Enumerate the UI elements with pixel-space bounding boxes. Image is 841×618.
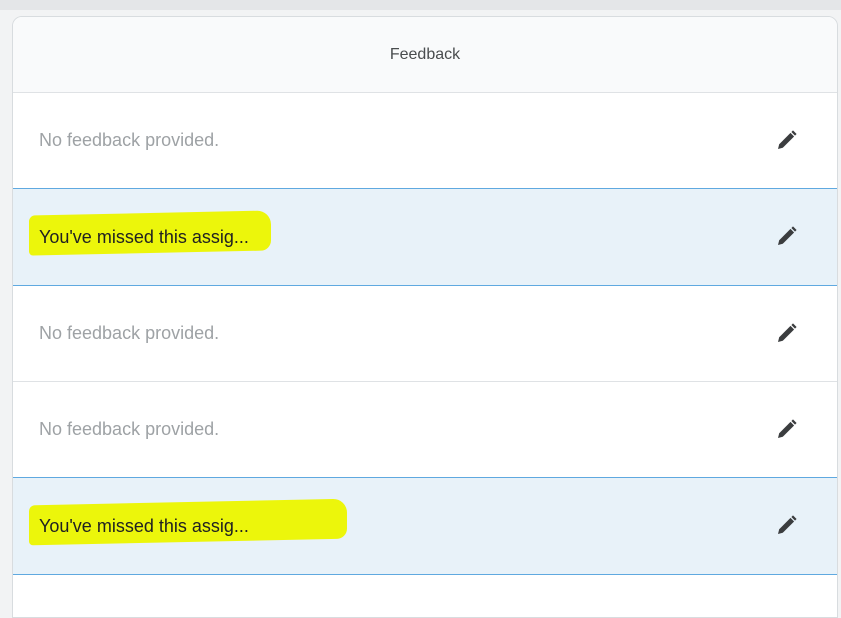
feedback-row[interactable]: No feedback provided. bbox=[13, 93, 837, 189]
pencil-icon bbox=[778, 129, 797, 149]
feedback-column-header: Feedback bbox=[13, 17, 837, 93]
feedback-text: No feedback provided. bbox=[39, 130, 220, 150]
feedback-text: You've missed this assig... bbox=[39, 226, 249, 247]
pencil-icon bbox=[778, 226, 797, 245]
edit-feedback-button[interactable] bbox=[771, 511, 801, 541]
top-strip bbox=[0, 0, 841, 10]
edit-feedback-button[interactable] bbox=[771, 126, 801, 156]
pencil-icon bbox=[778, 322, 797, 342]
edit-feedback-button[interactable] bbox=[771, 415, 801, 445]
pencil-icon bbox=[778, 418, 797, 438]
pencil-icon bbox=[778, 515, 797, 534]
feedback-row-selected[interactable]: You've missed this assig... bbox=[13, 188, 837, 286]
edit-feedback-button[interactable] bbox=[771, 222, 801, 252]
feedback-row[interactable]: No feedback provided. bbox=[13, 382, 837, 478]
feedback-panel: Feedback No feedback provided. You've mi… bbox=[12, 16, 838, 618]
feedback-text: You've missed this assig... bbox=[39, 515, 249, 536]
edit-feedback-button[interactable] bbox=[771, 319, 801, 349]
feedback-row[interactable]: No feedback provided. bbox=[13, 286, 837, 382]
feedback-header-label: Feedback bbox=[389, 45, 461, 63]
feedback-text: No feedback provided. bbox=[39, 419, 220, 439]
feedback-row-selected[interactable]: You've missed this assig... bbox=[13, 477, 837, 575]
feedback-text: No feedback provided. bbox=[39, 323, 220, 343]
